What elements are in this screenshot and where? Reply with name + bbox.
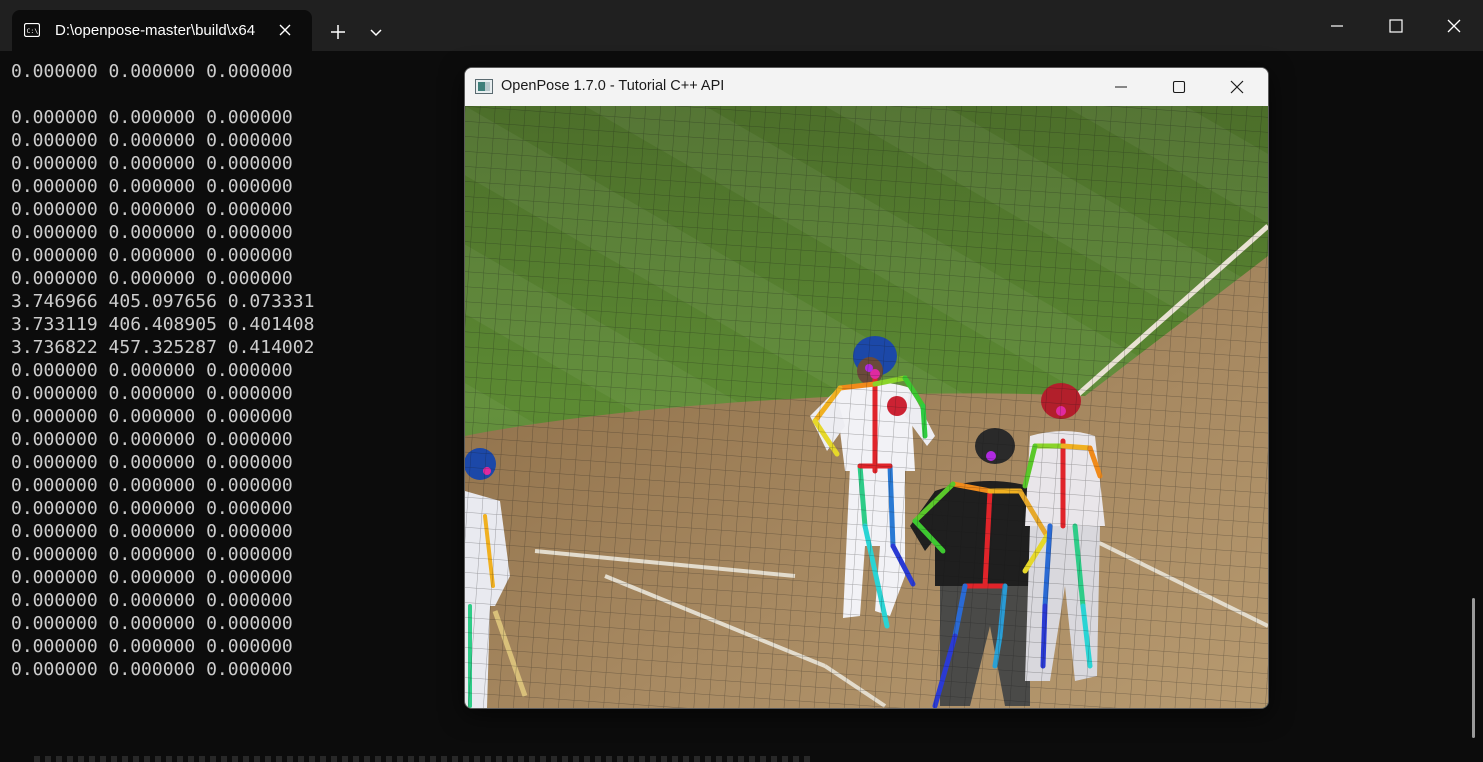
console-line: 0.000000 0.000000 0.000000	[11, 636, 293, 657]
console-line: 0.000000 0.000000 0.000000	[11, 153, 293, 174]
console-line: 0.000000 0.000000 0.000000	[11, 107, 293, 128]
new-tab-button[interactable]	[326, 20, 350, 44]
openpose-window-title: OpenPose 1.7.0 - Tutorial C++ API	[501, 78, 725, 94]
minimize-button[interactable]	[1314, 8, 1360, 44]
console-line: 0.000000 0.000000 0.000000	[11, 429, 293, 450]
console-line: 0.000000 0.000000 0.000000	[11, 590, 293, 611]
console-line: 0.000000 0.000000 0.000000	[11, 659, 293, 680]
svg-text:C:\: C:\	[27, 27, 39, 35]
terminal-window: C:\ D:\openpose-master\build\x64 0.00000…	[0, 0, 1483, 762]
openpose-window[interactable]: OpenPose 1.7.0 - Tutorial C++ API	[464, 67, 1269, 709]
console-line: 0.000000 0.000000 0.000000	[11, 176, 293, 197]
terminal-titlebar[interactable]: C:\ D:\openpose-master\build\x64	[0, 0, 1483, 51]
console-line: 0.000000 0.000000 0.000000	[11, 521, 293, 542]
openpose-close-button[interactable]	[1208, 68, 1266, 106]
maximize-icon	[1172, 80, 1186, 94]
console-line: 0.000000 0.000000 0.000000	[11, 498, 293, 519]
terminal-tab[interactable]: C:\ D:\openpose-master\build\x64	[12, 10, 312, 51]
console-line: 0.000000 0.000000 0.000000	[11, 245, 293, 266]
pose-estimation-image	[465, 106, 1268, 708]
console-line: 0.000000 0.000000 0.000000	[11, 452, 293, 473]
terminal-icon: C:\	[24, 23, 40, 37]
tab-title: D:\openpose-master\build\x64	[55, 22, 256, 39]
close-window-button[interactable]	[1431, 8, 1477, 44]
console-line: 0.000000 0.000000 0.000000	[11, 199, 293, 220]
maximize-icon	[1389, 19, 1403, 33]
openpose-maximize-button[interactable]	[1150, 68, 1208, 106]
console-line: 3.746966 405.097656 0.073331	[11, 291, 315, 312]
console-line: 0.000000 0.000000 0.000000	[11, 360, 293, 381]
console-line: 0.000000 0.000000 0.000000	[11, 130, 293, 151]
console-line: 0.000000 0.000000 0.000000	[11, 406, 293, 427]
console-line: 0.000000 0.000000 0.000000	[11, 383, 293, 404]
openpose-titlebar[interactable]: OpenPose 1.7.0 - Tutorial C++ API	[465, 68, 1268, 106]
console-line: 0.000000 0.000000 0.000000	[11, 613, 293, 634]
chevron-down-icon[interactable]	[364, 20, 388, 44]
console-line: 3.733119 406.408905 0.401408	[11, 314, 315, 335]
minimize-icon	[1115, 86, 1127, 88]
console-line: 0.000000 0.000000 0.000000	[11, 475, 293, 496]
close-tab-icon[interactable]	[276, 21, 294, 39]
console-line: 0.000000 0.000000 0.000000	[11, 222, 293, 243]
console-line: 0.000000 0.000000 0.000000	[11, 544, 293, 565]
close-icon	[1230, 80, 1244, 94]
opencv-window-icon	[475, 79, 493, 94]
backstop-net	[465, 106, 1268, 708]
console-output[interactable]: 0.000000 0.000000 0.000000 0.000000 0.000…	[11, 60, 451, 681]
console-line: 0.000000 0.000000 0.000000	[11, 567, 293, 588]
close-icon	[1447, 19, 1461, 33]
console-line: 3.736822 457.325287 0.414002	[11, 337, 315, 358]
minimize-icon	[1331, 25, 1343, 27]
console-line: 0.000000 0.000000 0.000000	[11, 61, 293, 82]
scrollbar-thumb[interactable]	[1472, 598, 1475, 738]
maximize-button[interactable]	[1373, 8, 1419, 44]
openpose-minimize-button[interactable]	[1092, 68, 1150, 106]
console-line: 0.000000 0.000000 0.000000	[11, 268, 293, 289]
partially-visible-console-line	[34, 756, 814, 762]
